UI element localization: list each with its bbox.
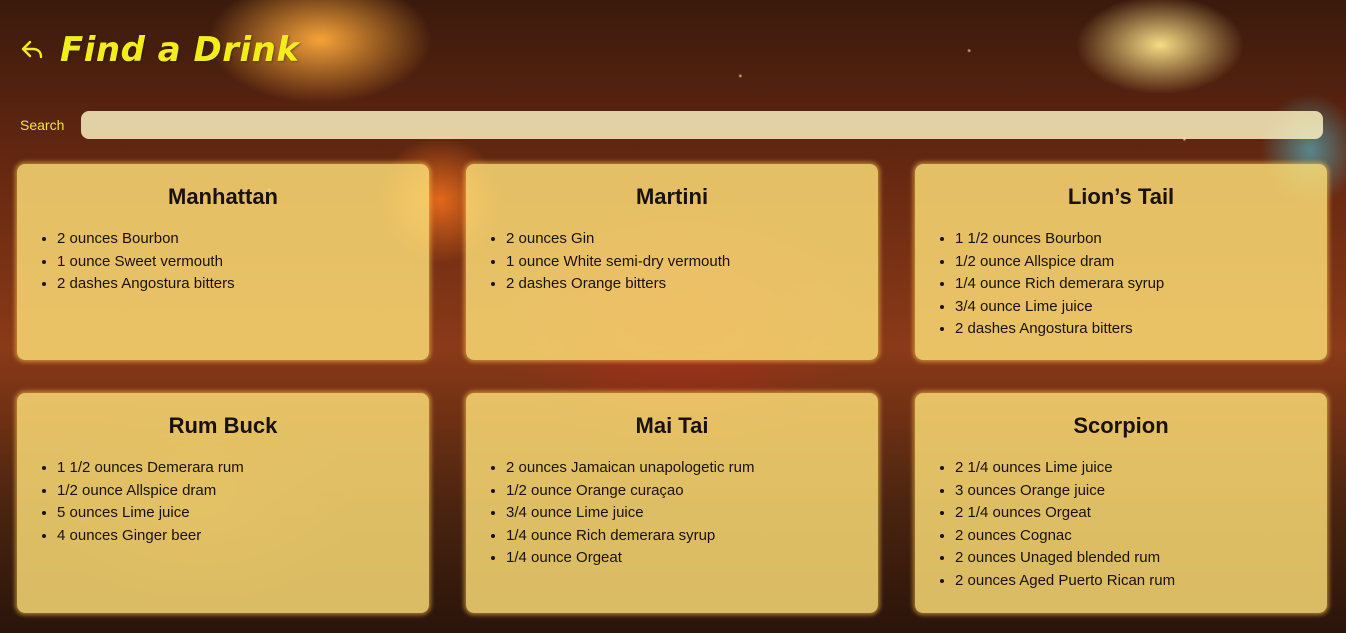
search-label: Search — [20, 117, 65, 133]
drink-card[interactable]: Lion’s Tail 1 1/2 ounces Bourbon1/2 ounc… — [915, 164, 1327, 360]
drink-card[interactable]: Mai Tai 2 ounces Jamaican unapologetic r… — [466, 393, 878, 613]
ingredient-item: 1 1/2 ounces Demerara rum — [57, 457, 409, 480]
ingredient-item: 1/4 ounce Rich demerara syrup — [955, 273, 1307, 296]
ingredient-item: 3 ounces Orange juice — [955, 480, 1307, 503]
drink-name: Rum Buck — [168, 413, 278, 438]
back-arrow-icon[interactable] — [20, 38, 44, 62]
ingredient-item: 2 dashes Angostura bitters — [955, 318, 1307, 341]
ingredient-item: 2 1/4 ounces Lime juice — [955, 457, 1307, 480]
ingredient-item: 2 ounces Gin — [506, 228, 858, 251]
ingredient-list: 2 1/4 ounces Lime juice3 ounces Orange j… — [935, 457, 1307, 592]
ingredient-item: 1 ounce Sweet vermouth — [57, 251, 409, 274]
page-title: Find a Drink — [60, 30, 300, 70]
ingredient-item: 5 ounces Lime juice — [57, 502, 409, 525]
drink-name: Martini — [635, 184, 709, 209]
ingredient-item: 2 ounces Unaged blended rum — [955, 547, 1307, 570]
drink-name: Scorpion — [1073, 413, 1169, 438]
ingredient-item: 2 ounces Cognac — [955, 525, 1307, 548]
drink-name: Manhattan — [168, 184, 278, 209]
search-input[interactable] — [81, 111, 1323, 139]
drink-card[interactable]: Rum Buck 1 1/2 ounces Demerara rum1/2 ou… — [17, 393, 429, 613]
ingredient-item: 2 ounces Bourbon — [57, 228, 409, 251]
ingredient-list: 1 1/2 ounces Bourbon1/2 ounce Allspice d… — [935, 228, 1307, 341]
ingredient-list: 2 ounces Jamaican unapologetic rum1/2 ou… — [486, 457, 858, 570]
drink-card[interactable]: Manhattan 2 ounces Bourbon1 ounce Sweet … — [17, 164, 429, 360]
ingredient-item: 2 ounces Jamaican unapologetic rum — [506, 457, 858, 480]
page-header: Find a Drink — [20, 30, 300, 70]
ingredient-item: 1 1/2 ounces Bourbon — [955, 228, 1307, 251]
ingredient-item: 4 ounces Ginger beer — [57, 525, 409, 548]
ingredient-item: 3/4 ounce Lime juice — [506, 502, 858, 525]
ingredient-item: 1/4 ounce Orgeat — [506, 547, 858, 570]
ingredient-item: 1/2 ounce Orange curaçao — [506, 480, 858, 503]
drink-card[interactable]: Scorpion 2 1/4 ounces Lime juice3 ounces… — [915, 393, 1327, 613]
drink-grid: Manhattan 2 ounces Bourbon1 ounce Sweet … — [17, 164, 1327, 613]
ingredient-item: 1/4 ounce Rich demerara syrup — [506, 525, 858, 548]
ingredient-list: 1 1/2 ounces Demerara rum1/2 ounce Allsp… — [37, 457, 409, 547]
search-bar: Search — [20, 111, 1323, 139]
ingredient-item: 3/4 ounce Lime juice — [955, 296, 1307, 319]
ingredient-item: 2 dashes Orange bitters — [506, 273, 858, 296]
ingredient-item: 1 ounce White semi-dry vermouth — [506, 251, 858, 274]
ingredient-item: 1/2 ounce Allspice dram — [57, 480, 409, 503]
drink-card[interactable]: Martini 2 ounces Gin1 ounce White semi-d… — [466, 164, 878, 360]
ingredient-item: 2 dashes Angostura bitters — [57, 273, 409, 296]
page-body: { "header": { "back_icon": "back-arrow-i… — [0, 0, 1346, 633]
ingredient-item: 2 ounces Aged Puerto Rican rum — [955, 570, 1307, 593]
drink-name: Lion’s Tail — [1067, 184, 1175, 209]
ingredient-list: 2 ounces Bourbon1 ounce Sweet vermouth2 … — [37, 228, 409, 296]
ingredient-item: 1/2 ounce Allspice dram — [955, 251, 1307, 274]
ingredient-item: 2 1/4 ounces Orgeat — [955, 502, 1307, 525]
drink-name: Mai Tai — [635, 413, 709, 438]
ingredient-list: 2 ounces Gin1 ounce White semi-dry vermo… — [486, 228, 858, 296]
